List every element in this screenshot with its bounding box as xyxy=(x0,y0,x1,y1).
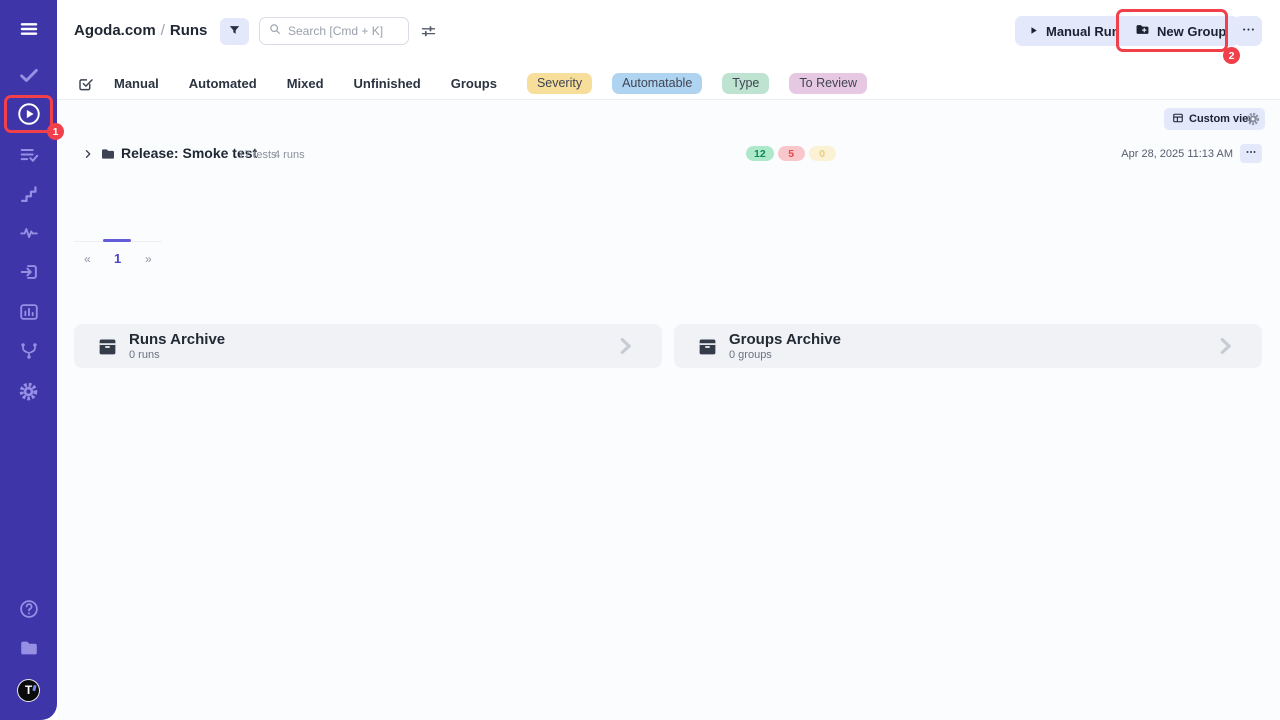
groups-archive-count: 0 groups xyxy=(729,349,772,361)
sidebar: T xyxy=(0,0,57,720)
active-page-indicator xyxy=(103,239,131,242)
help-icon xyxy=(18,598,40,620)
steps-icon xyxy=(18,183,40,205)
breadcrumb-separator: / xyxy=(156,22,170,39)
search-icon xyxy=(268,22,282,41)
tab-mixed[interactable]: Mixed xyxy=(287,76,324,91)
avatar: T xyxy=(17,679,40,702)
sidebar-menu-button[interactable] xyxy=(0,15,57,43)
tab-automated[interactable]: Automated xyxy=(189,76,257,91)
adjustments-icon[interactable] xyxy=(420,23,437,45)
chevron-right-icon xyxy=(614,335,636,357)
new-group-button[interactable]: New Group xyxy=(1122,16,1239,46)
list-check-icon xyxy=(18,144,40,166)
view-gear-icon[interactable] xyxy=(1245,111,1261,127)
top-bar: Agoda.com/Runs Manual Run N xyxy=(57,0,1280,100)
manual-run-button[interactable]: Manual Run xyxy=(1015,16,1133,46)
sidebar-item-test-plans[interactable] xyxy=(0,141,57,169)
sidebar-item-test-cases[interactable] xyxy=(0,61,57,89)
fork-icon xyxy=(18,340,40,362)
funnel-icon xyxy=(227,23,242,41)
new-group-label: New Group xyxy=(1157,24,1226,39)
pagination-next[interactable]: » xyxy=(145,252,152,266)
folder-icon xyxy=(18,637,40,659)
breadcrumb-page: Runs xyxy=(170,22,208,39)
run-group-tests-count: 17 tests xyxy=(238,149,277,161)
pill-severity[interactable]: Severity xyxy=(527,73,592,94)
tab-groups[interactable]: Groups xyxy=(451,76,497,91)
folder-plus-icon xyxy=(1135,22,1150,40)
activity-icon xyxy=(18,222,40,244)
sidebar-item-traceability[interactable] xyxy=(0,337,57,365)
pill-type[interactable]: Type xyxy=(722,73,769,94)
tab-unfinished[interactable]: Unfinished xyxy=(354,76,421,91)
header-more-button[interactable] xyxy=(1234,16,1262,46)
search-box[interactable] xyxy=(259,17,409,45)
ellipsis-icon xyxy=(1245,146,1257,161)
filter-row: Manual Automated Mixed Unfinished Groups… xyxy=(77,69,867,98)
archive-box-icon xyxy=(697,336,718,357)
sidebar-item-runs[interactable] xyxy=(0,100,57,128)
play-circle-icon xyxy=(16,101,42,127)
ellipsis-icon xyxy=(1241,22,1256,40)
gear-icon xyxy=(17,380,40,403)
groups-archive-title: Groups Archive xyxy=(729,331,841,348)
search-input[interactable] xyxy=(288,24,400,38)
filter-pills: Severity Automatable Type To Review xyxy=(527,73,867,94)
sidebar-item-help[interactable] xyxy=(0,595,57,623)
archive-box-icon xyxy=(97,336,118,357)
runs-archive-card[interactable]: Runs Archive 0 runs xyxy=(74,324,662,368)
groups-archive-card[interactable]: Groups Archive 0 groups xyxy=(674,324,1262,368)
check-icon xyxy=(18,64,40,86)
filter-tabs: Manual Automated Mixed Unfinished Groups xyxy=(114,76,497,91)
sidebar-avatar-button[interactable]: T xyxy=(0,676,57,704)
run-group-row[interactable]: Release: Smoke test 17 tests 4 runs 12 5… xyxy=(57,140,1280,168)
sidebar-item-requirements[interactable] xyxy=(0,258,57,286)
manual-run-label: Manual Run xyxy=(1046,24,1120,39)
pagination-prev[interactable]: « xyxy=(84,252,91,266)
import-icon xyxy=(18,261,40,283)
tab-manual[interactable]: Manual xyxy=(114,76,159,91)
pill-to-review[interactable]: To Review xyxy=(789,73,867,94)
skipped-count-badge: 0 xyxy=(809,146,836,161)
select-all-icon[interactable] xyxy=(77,75,95,93)
chevron-right-icon xyxy=(1214,335,1236,357)
run-group-name[interactable]: Release: Smoke test xyxy=(121,145,257,161)
run-group-more-button[interactable] xyxy=(1240,144,1262,163)
filter-button[interactable] xyxy=(220,18,249,45)
run-group-runs-count: 4 runs xyxy=(274,149,305,161)
breadcrumb-project[interactable]: Agoda.com xyxy=(74,22,156,39)
passed-count-badge: 12 xyxy=(746,146,774,161)
runs-archive-title: Runs Archive xyxy=(129,331,225,348)
run-group-timestamp: Apr 28, 2025 11:13 AM xyxy=(1121,148,1233,160)
sidebar-item-reports[interactable] xyxy=(0,298,57,326)
play-icon xyxy=(1028,24,1039,39)
sidebar-item-settings[interactable] xyxy=(0,377,57,405)
breadcrumb: Agoda.com/Runs xyxy=(74,22,207,39)
pagination-page-1[interactable]: 1 xyxy=(114,251,121,266)
sidebar-item-milestones[interactable] xyxy=(0,180,57,208)
bar-chart-icon xyxy=(18,301,40,323)
runs-archive-count: 0 runs xyxy=(129,349,160,361)
main-content: Agoda.com/Runs Manual Run N xyxy=(57,0,1280,720)
menu-icon xyxy=(18,18,40,40)
pill-automatable[interactable]: Automatable xyxy=(612,73,702,94)
failed-count-badge: 5 xyxy=(778,146,805,161)
group-folder-icon xyxy=(100,146,116,162)
sidebar-item-defects[interactable] xyxy=(0,219,57,247)
sidebar-item-projects[interactable] xyxy=(0,634,57,662)
table-icon xyxy=(1172,112,1184,127)
expand-chevron-icon[interactable] xyxy=(82,148,94,160)
run-result-badges: 12 5 0 xyxy=(746,146,836,161)
